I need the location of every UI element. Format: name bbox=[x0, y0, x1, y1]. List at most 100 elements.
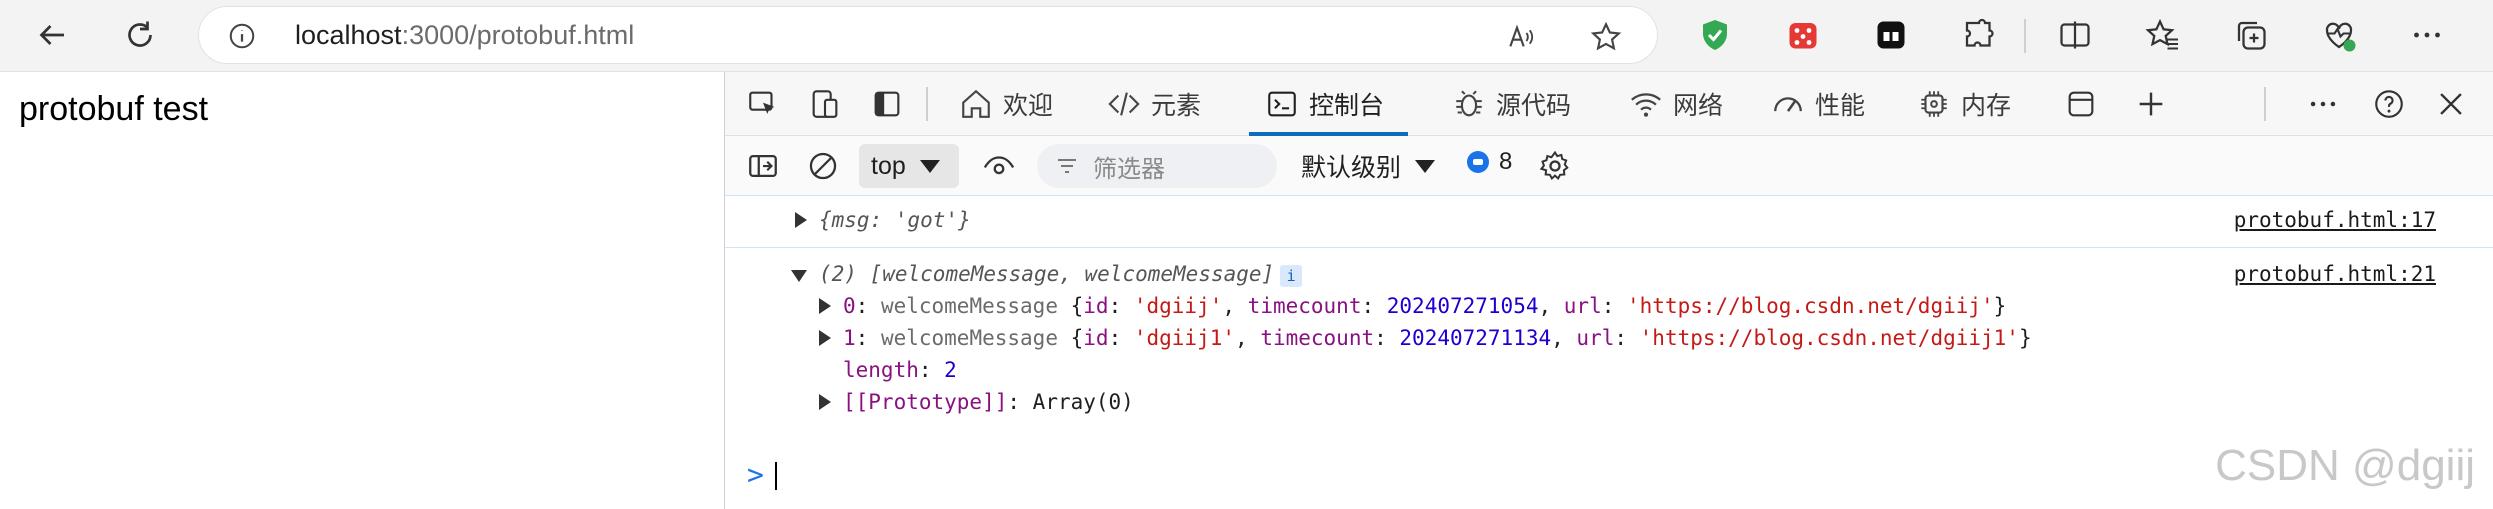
prototype-key: [[Prototype]] bbox=[843, 390, 1008, 414]
extension-dice-button[interactable] bbox=[1775, 7, 1831, 63]
more-panels-button[interactable] bbox=[2061, 84, 2101, 124]
site-info-icon[interactable] bbox=[227, 21, 257, 51]
gauge-icon bbox=[1774, 97, 1802, 112]
log-object-preview[interactable]: {msg: 'got'} bbox=[819, 208, 971, 232]
back-arrow-icon bbox=[39, 25, 64, 45]
split-screen-button[interactable] bbox=[2047, 7, 2103, 63]
console-toolbar: top 筛选器 默认级别 8 bbox=[725, 136, 2493, 196]
web-page: protobuf test bbox=[0, 72, 724, 509]
tab-performance-label: 性能 bbox=[1815, 92, 1866, 120]
context-selector[interactable]: top bbox=[859, 144, 959, 188]
tab-welcome-label: 欢迎 bbox=[1003, 92, 1054, 120]
item-id: 'dgiij' bbox=[1133, 294, 1223, 318]
collections-button[interactable] bbox=[2223, 7, 2279, 63]
console-sidebar-button[interactable] bbox=[743, 146, 783, 186]
read-aloud-icon[interactable] bbox=[1505, 21, 1537, 53]
array-item[interactable]: 0: welcomeMessage {id: 'dgiij', timecoun… bbox=[843, 294, 2006, 318]
more-dots-icon bbox=[2414, 32, 2440, 38]
array-item[interactable]: 1: welcomeMessage {id: 'dgiij1', timecou… bbox=[843, 326, 2032, 350]
log-level-value: 默认级别 bbox=[1301, 154, 1402, 182]
bug-icon bbox=[1456, 90, 1482, 117]
issues-counter[interactable]: 8 bbox=[1467, 148, 1512, 176]
close-icon bbox=[2440, 93, 2462, 115]
console-settings-button[interactable] bbox=[1535, 146, 1575, 186]
tab-elements-label: 元素 bbox=[1151, 92, 1202, 120]
add-tool-button[interactable] bbox=[2131, 84, 2171, 124]
item-id: 'dgiij1' bbox=[1133, 326, 1236, 350]
shield-icon bbox=[1703, 20, 1727, 50]
refresh-button[interactable] bbox=[112, 7, 168, 63]
dock-panel-icon bbox=[874, 91, 900, 117]
help-button[interactable] bbox=[2369, 84, 2409, 124]
extension-shield-button[interactable] bbox=[1687, 7, 1743, 63]
item-class: welcomeMessage bbox=[880, 326, 1058, 350]
item-index: 1 bbox=[843, 326, 856, 350]
tab-memory-label: 内存 bbox=[1961, 92, 2012, 120]
tab-console[interactable]: 控制台 bbox=[1249, 72, 1409, 136]
puzzle-icon bbox=[1965, 18, 1994, 47]
device-icon bbox=[812, 90, 838, 118]
code-tag-icon bbox=[1108, 92, 1140, 116]
clear-console-button[interactable] bbox=[803, 146, 843, 186]
item-class: welcomeMessage bbox=[880, 294, 1058, 318]
source-link[interactable]: protobuf.html:17 bbox=[2234, 208, 2436, 232]
settings-more-button[interactable] bbox=[2399, 7, 2455, 63]
info-icon[interactable]: i bbox=[1280, 265, 1303, 287]
array-preview[interactable]: (2) [welcomeMessage, welcomeMessage] i bbox=[819, 262, 1303, 287]
tab-performance[interactable]: 性能 bbox=[1771, 72, 1865, 136]
more-dots-icon bbox=[2310, 101, 2336, 107]
close-devtools-button[interactable] bbox=[2431, 84, 2471, 124]
expand-arrow-icon[interactable] bbox=[819, 394, 831, 410]
watermark: CSDN @dgiij bbox=[2215, 441, 2475, 490]
tab-network[interactable]: 网络 bbox=[1629, 72, 1723, 136]
inspect-element-button[interactable] bbox=[743, 84, 783, 124]
length-value: 2 bbox=[944, 358, 957, 382]
tabbar-separator-right bbox=[2264, 87, 2266, 121]
plus-icon bbox=[2139, 92, 2163, 116]
filter-icon bbox=[1058, 159, 1076, 173]
eye-icon bbox=[983, 156, 1015, 175]
expand-arrow-icon[interactable] bbox=[819, 298, 831, 314]
help-icon bbox=[2375, 90, 2403, 118]
device-emulation-button[interactable] bbox=[805, 84, 845, 124]
gear-icon bbox=[1539, 150, 1569, 181]
tab-sources[interactable]: 源代码 bbox=[1452, 72, 1571, 136]
filter-input[interactable]: 筛选器 bbox=[1037, 144, 1277, 188]
extensions-button[interactable] bbox=[1951, 7, 2007, 63]
collapse-arrow-icon[interactable] bbox=[791, 270, 807, 282]
panel-window-icon bbox=[2068, 91, 2094, 117]
dock-side-button[interactable] bbox=[867, 84, 907, 124]
live-expression-button[interactable] bbox=[979, 146, 1019, 186]
back-button[interactable] bbox=[24, 7, 80, 63]
log-level-dropdown[interactable]: 默认级别 bbox=[1301, 148, 1436, 184]
source-link[interactable]: protobuf.html:21 bbox=[2234, 262, 2436, 286]
array-prototype[interactable]: [[Prototype]]: Array(0) bbox=[843, 390, 1134, 414]
toolbar-separator bbox=[2024, 19, 2026, 53]
favorites-star-icon bbox=[2145, 18, 2178, 50]
chevron-down-icon bbox=[919, 159, 940, 173]
tab-elements[interactable]: 元素 bbox=[1107, 72, 1201, 136]
browser-essentials-button[interactable] bbox=[2311, 7, 2367, 63]
heart-pulse-icon bbox=[2325, 22, 2356, 52]
tab-console-label: 控制台 bbox=[1309, 92, 1385, 120]
dice-icon bbox=[1789, 23, 1817, 49]
clear-circle-icon bbox=[809, 152, 837, 180]
extension-tab-button[interactable] bbox=[1863, 7, 1919, 63]
context-value: top bbox=[871, 151, 906, 180]
address-bar[interactable]: localhost:3000/protobuf.html bbox=[198, 6, 1658, 64]
inspect-cursor-icon bbox=[749, 91, 775, 114]
tabbar-separator bbox=[926, 87, 928, 121]
url-text[interactable]: localhost:3000/protobuf.html bbox=[295, 20, 634, 51]
favorites-button[interactable] bbox=[2135, 7, 2191, 63]
favorite-star-icon[interactable] bbox=[1589, 20, 1623, 54]
tab-memory[interactable]: 内存 bbox=[1917, 72, 2011, 136]
console-input-caret[interactable] bbox=[775, 462, 777, 490]
sidebar-toggle-icon bbox=[749, 154, 777, 178]
expand-arrow-icon[interactable] bbox=[795, 212, 807, 228]
console-log-row: {msg: 'got'} protobuf.html:17 bbox=[725, 196, 2493, 248]
tab-welcome[interactable]: 欢迎 bbox=[959, 72, 1053, 136]
prototype-value: Array(0) bbox=[1032, 390, 1134, 414]
devtools-more-button[interactable] bbox=[2303, 84, 2343, 124]
expand-arrow-icon[interactable] bbox=[819, 330, 831, 346]
array-summary: [welcomeMessage, welcomeMessage] bbox=[869, 262, 1275, 286]
